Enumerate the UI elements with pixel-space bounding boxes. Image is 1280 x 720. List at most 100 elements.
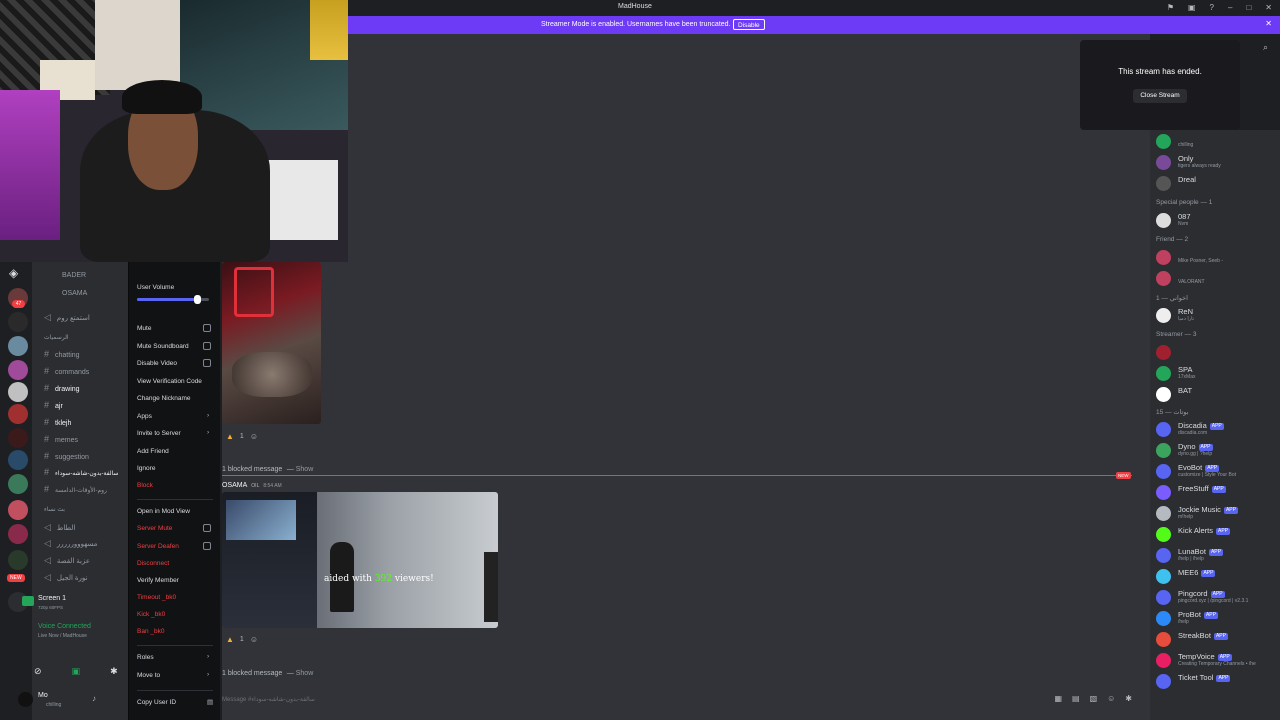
voice-channel[interactable]: ◁ عزبة القصة: [44, 555, 90, 566]
channel-drawing[interactable]: # drawing: [44, 383, 80, 393]
server-icon[interactable]: [8, 428, 28, 448]
channel-current[interactable]: # سالفة-بدون-شاشه-سوداء: [44, 467, 118, 477]
message-input[interactable]: Message #سالفة-بدون-شاشه-سوداء ▦ ▤ ▧ ☺ ✱: [222, 690, 1132, 710]
search-icon[interactable]: ⌕: [1263, 42, 1268, 53]
gif-icon[interactable]: ▤: [1072, 694, 1080, 703]
channel-text[interactable]: # روم-الأوقات-الدامسة: [44, 484, 107, 494]
menu-item-move-to[interactable]: Move to ›: [137, 671, 209, 679]
menu-item-block[interactable]: Block: [137, 482, 153, 489]
bot-member[interactable]: Ticket Tool APP: [1156, 672, 1280, 690]
server-icon[interactable]: [8, 550, 28, 570]
voice-channel[interactable]: ◁ مسهوووررررر: [44, 538, 97, 549]
bot-member[interactable]: Discadia APP discadia.com: [1156, 420, 1280, 438]
member-item[interactable]: Only tigers always ready: [1156, 153, 1280, 171]
menu-item-server-deafen[interactable]: Server Deafen: [137, 542, 211, 550]
channel-commands[interactable]: # commands: [44, 366, 89, 376]
menu-item-apps[interactable]: Apps ›: [137, 412, 209, 420]
menu-item-kick-bk0[interactable]: Kick _bk0: [137, 611, 165, 618]
bot-member[interactable]: EvoBot APP customize | Style Your Bot: [1156, 462, 1280, 480]
channel-chatting[interactable]: # chatting: [44, 349, 80, 359]
close-window-icon[interactable]: ✕: [1265, 3, 1272, 12]
voice-status-panel[interactable]: Voice Connected Live Now / MadHouse: [8, 622, 128, 642]
menu-item-mute-soundboard[interactable]: Mute Soundboard: [137, 342, 211, 350]
menu-item-change-nickname[interactable]: Change Nickname: [137, 395, 190, 402]
server-icon[interactable]: [8, 336, 28, 356]
inbox-icon[interactable]: ⚑: [1167, 3, 1174, 12]
bot-member[interactable]: MEE6 APP: [1156, 567, 1280, 585]
channel-category[interactable]: بث نساء: [44, 506, 65, 513]
server-icon[interactable]: [8, 312, 28, 332]
channel-ajr[interactable]: # ajr: [44, 400, 63, 410]
checkbox-icon[interactable]: [203, 524, 211, 532]
server-icon[interactable]: [8, 474, 28, 494]
server-icon[interactable]: [8, 404, 28, 424]
sticker-icon[interactable]: ▧: [1090, 694, 1098, 703]
stream-clip-attachment[interactable]: aided with 392 viewers!: [222, 492, 498, 628]
show-blocked-link[interactable]: Show: [296, 466, 314, 473]
member-item[interactable]: ReN تارا دميا: [1156, 306, 1280, 324]
member-item[interactable]: BAT: [1156, 385, 1280, 403]
menu-item-disconnect[interactable]: Disconnect: [137, 560, 169, 567]
menu-item-ban-bk0[interactable]: Ban _bk0: [137, 628, 164, 635]
menu-item-server-mute[interactable]: Server Mute: [137, 524, 211, 532]
minimize-icon[interactable]: –: [1228, 3, 1232, 12]
home-icon[interactable]: ◈: [9, 266, 18, 280]
member-item[interactable]: Mike Posner, Seeb -: [1156, 248, 1280, 266]
user-volume-handle[interactable]: [193, 295, 201, 304]
member-item[interactable]: [1156, 343, 1280, 361]
member-item[interactable]: SPA 17xMax: [1156, 364, 1280, 382]
menu-item-copy-user-id[interactable]: Copy User ID ▤: [137, 699, 213, 706]
screen-share-panel[interactable]: Screen 1 720p 60FPS: [8, 594, 128, 614]
bot-member[interactable]: Pingcord APP pingcord.xyz | /pingcord | v2…: [1156, 588, 1280, 606]
menu-item-verify-member[interactable]: Verify Member: [137, 577, 179, 584]
user-volume-slider[interactable]: [137, 295, 209, 304]
bot-member[interactable]: Jockie Music APP m!help: [1156, 504, 1280, 522]
close-stream-button[interactable]: Close Stream: [1133, 89, 1187, 103]
server-icon[interactable]: [8, 382, 28, 402]
member-item[interactable]: Dreal: [1156, 174, 1280, 192]
checkbox-icon[interactable]: [203, 359, 211, 367]
checkbox-icon[interactable]: [203, 324, 211, 332]
maximize-icon[interactable]: □: [1246, 3, 1251, 12]
emoji-icon[interactable]: ☺: [1107, 694, 1115, 703]
video-off-icon[interactable]: ⊘: [34, 666, 42, 677]
channel-category[interactable]: الرسميات: [44, 334, 69, 341]
show-blocked-link[interactable]: Show: [296, 670, 314, 677]
bot-member[interactable]: LunaBot APP/help | /help: [1156, 546, 1280, 564]
channel-suggestion[interactable]: # suggestion: [44, 451, 89, 461]
add-reaction-icon[interactable]: ☺: [250, 432, 258, 441]
server-icon[interactable]: [8, 450, 28, 470]
checkbox-icon[interactable]: [203, 542, 211, 550]
reaction-warning-icon[interactable]: ▲: [226, 432, 234, 441]
close-banner-icon[interactable]: ✕: [1265, 19, 1272, 28]
member-item[interactable]: 087 Nvm: [1156, 211, 1280, 229]
bot-member[interactable]: TempVoice APP Creating Temporary Channels …: [1156, 651, 1280, 669]
screen-icon[interactable]: ▣: [1188, 3, 1196, 12]
server-icon[interactable]: [8, 500, 28, 520]
server-icon[interactable]: [8, 524, 28, 544]
add-reaction-icon[interactable]: ☺: [250, 635, 258, 644]
menu-item-view-verification-code[interactable]: View Verification Code: [137, 378, 202, 385]
server-icon[interactable]: [8, 360, 28, 380]
voice-channel[interactable]: ◁ استمتع روم: [44, 312, 90, 323]
menu-item-invite-to-server[interactable]: Invite to Server ›: [137, 429, 209, 437]
menu-item-timeout-bk0[interactable]: Timeout _bk0: [137, 594, 176, 601]
channel-tklejh[interactable]: # tklejh: [44, 417, 71, 427]
menu-item-add-friend[interactable]: Add Friend: [137, 448, 169, 455]
activity-icon[interactable]: ✱: [110, 666, 118, 677]
menu-item-ignore[interactable]: Ignore: [137, 465, 155, 472]
reaction-warning-icon[interactable]: ▲: [226, 635, 234, 644]
voice-channel[interactable]: ◁ نورة الجيل: [44, 572, 88, 583]
menu-item-open-in-mod-view[interactable]: Open in Mod View: [137, 508, 190, 515]
menu-item-disable-video[interactable]: Disable Video: [137, 359, 211, 367]
menu-item-mute[interactable]: Mute: [137, 324, 211, 332]
member-item[interactable]: chilling: [1156, 132, 1280, 150]
bot-member[interactable]: Kick Alerts APP: [1156, 525, 1280, 543]
message-author[interactable]: OSAMA: [222, 482, 247, 489]
bot-member[interactable]: Dyno APP dyno.gg | ?help: [1156, 441, 1280, 459]
channel-memes[interactable]: # memes: [44, 434, 78, 444]
bot-member[interactable]: StreakBot APP: [1156, 630, 1280, 648]
voice-user[interactable]: BADER: [62, 272, 86, 279]
user-panel[interactable]: Mo chilling ♪: [8, 690, 108, 712]
disable-streamer-mode-button[interactable]: Disable: [733, 19, 765, 30]
